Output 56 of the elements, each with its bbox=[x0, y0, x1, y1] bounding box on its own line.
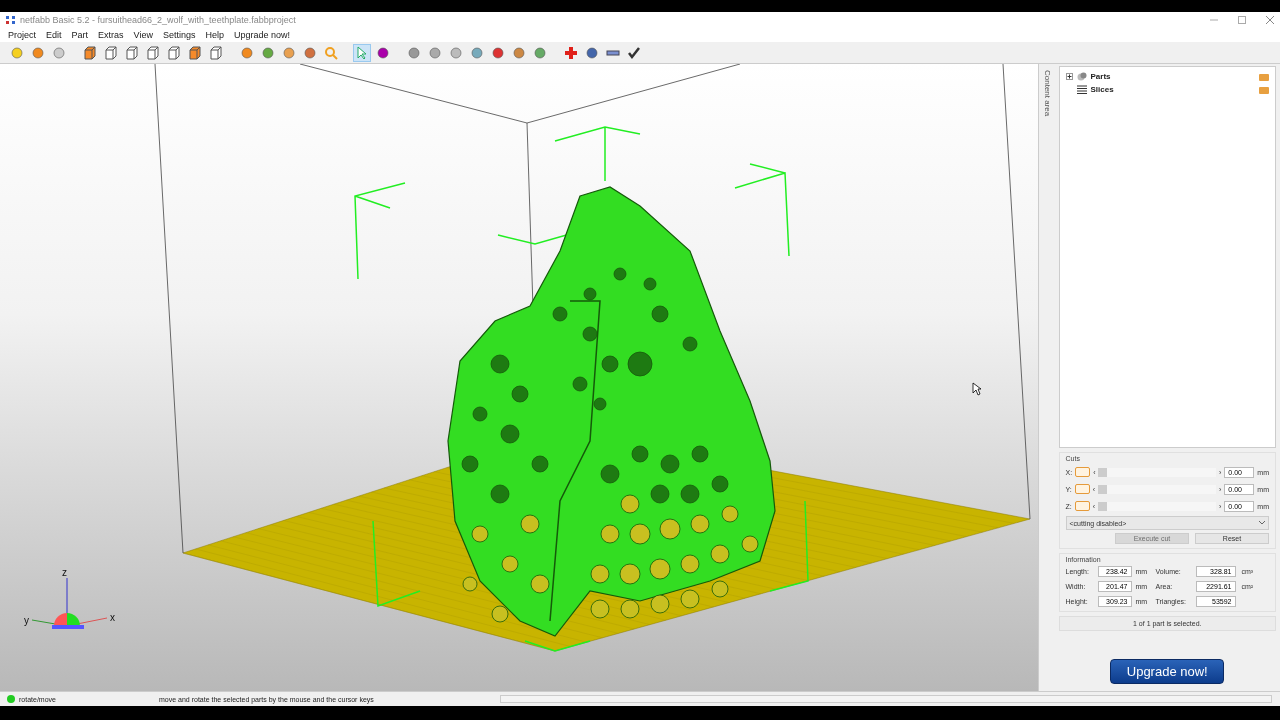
menu-item[interactable]: Help bbox=[205, 30, 224, 40]
menu-item[interactable]: Project bbox=[8, 30, 36, 40]
toolbar-button[interactable] bbox=[144, 43, 162, 62]
toolbar-button[interactable] bbox=[123, 43, 141, 62]
disc-icon bbox=[585, 45, 599, 60]
ball-icon bbox=[512, 45, 526, 60]
axis-label: z bbox=[62, 568, 67, 578]
select-arrow-icon bbox=[355, 45, 369, 60]
toolbar-button[interactable] bbox=[186, 43, 204, 62]
maximize-icon[interactable] bbox=[1238, 16, 1246, 24]
cube-icon bbox=[146, 45, 160, 60]
app-logo-icon bbox=[6, 16, 15, 24]
toolbar-button[interactable] bbox=[102, 43, 120, 62]
cube-icon bbox=[104, 45, 118, 60]
slider-thumb[interactable] bbox=[1098, 484, 1108, 494]
upgrade-button[interactable]: Upgrade now! bbox=[1110, 659, 1225, 684]
close-icon[interactable] bbox=[1266, 16, 1274, 24]
tree-item[interactable]: Parts bbox=[1090, 72, 1111, 81]
checkmark-icon bbox=[627, 45, 641, 60]
slider-thumb[interactable] bbox=[1098, 501, 1108, 511]
cube-icon bbox=[125, 45, 139, 60]
menu-item[interactable]: View bbox=[133, 30, 153, 40]
menu-item[interactable]: Settings bbox=[162, 30, 196, 40]
tree-item[interactable]: Slices bbox=[1090, 85, 1114, 94]
disc-icon bbox=[470, 45, 484, 60]
menu-item[interactable]: Part bbox=[71, 30, 89, 40]
toolbar-button[interactable] bbox=[81, 43, 99, 62]
ball-icon bbox=[449, 45, 463, 60]
layers-icon bbox=[1076, 85, 1087, 94]
menu-item[interactable]: Upgrade now! bbox=[233, 30, 290, 40]
axis-label: x bbox=[110, 612, 115, 623]
cube-icon bbox=[209, 45, 223, 60]
ball-icon bbox=[407, 45, 421, 60]
toolbar-button[interactable] bbox=[207, 43, 225, 62]
color-swatch bbox=[1074, 501, 1090, 511]
ball-icon bbox=[428, 45, 442, 60]
slider-thumb[interactable] bbox=[1098, 467, 1108, 477]
ball-icon bbox=[491, 45, 505, 60]
color-swatch bbox=[1075, 467, 1091, 477]
cube-icon bbox=[188, 45, 202, 60]
3d-viewport[interactable]: z y x bbox=[0, 64, 1038, 691]
mouse-cursor-icon bbox=[972, 382, 982, 396]
cube-icon bbox=[83, 45, 97, 60]
axis-label: y bbox=[24, 615, 29, 626]
search-icon bbox=[324, 45, 338, 60]
chevron-down-icon bbox=[1259, 521, 1265, 525]
content-area-tab[interactable]: Content area bbox=[1043, 70, 1053, 117]
menu-item[interactable]: Edit bbox=[46, 30, 62, 40]
color-swatch bbox=[1074, 484, 1090, 494]
expander-icon[interactable] bbox=[1065, 73, 1073, 80]
cube-icon bbox=[167, 45, 181, 60]
window-title: netfabb Basic 5.2 - fursuithead66_2_wolf_with_teethplate.fabbproject bbox=[20, 15, 296, 25]
plus-icon bbox=[564, 45, 578, 60]
toolbar-button[interactable] bbox=[165, 43, 183, 62]
sphere-icon bbox=[261, 45, 275, 60]
menu-item[interactable]: Extras bbox=[98, 30, 124, 40]
